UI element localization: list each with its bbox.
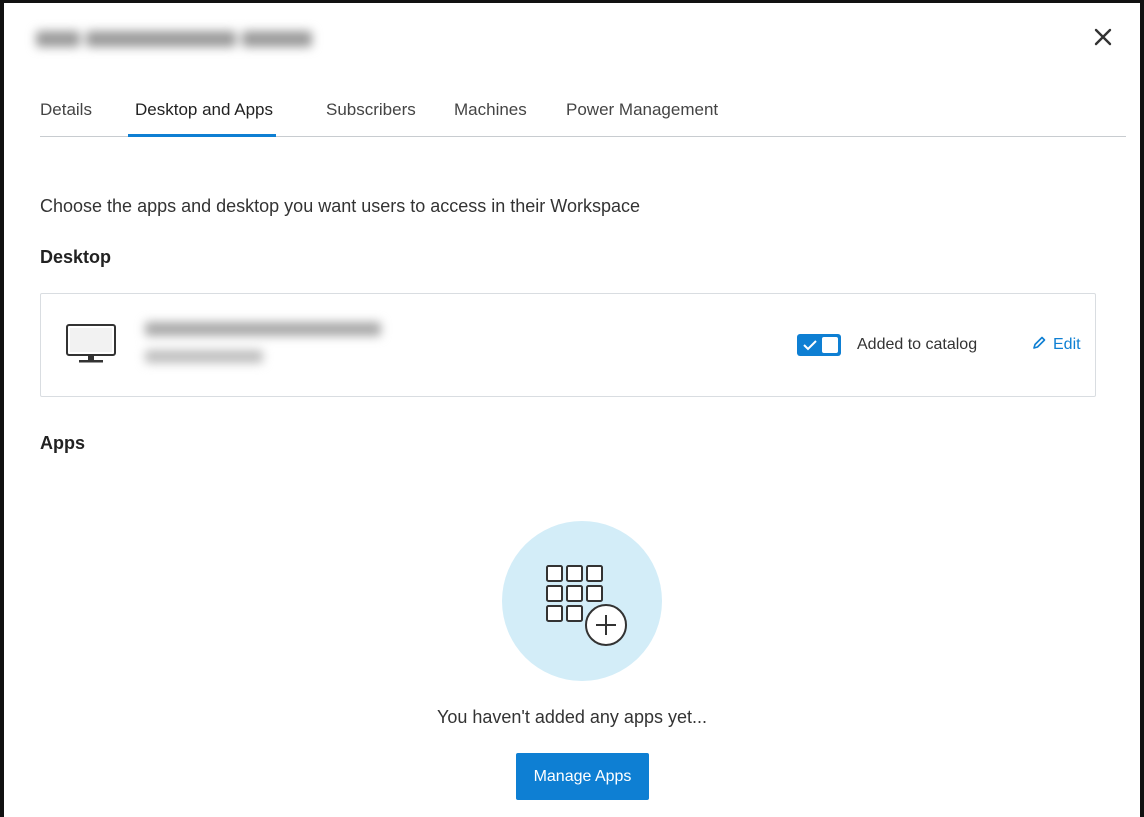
intro-text: Choose the apps and desktop you want use… (40, 196, 641, 216)
desktop-heading: Desktop (40, 247, 112, 267)
app-grid-add-icon (546, 565, 627, 646)
tab-bar: Details Desktop and Apps Subscribers Mac… (40, 96, 1126, 137)
tab-desktop-and-apps[interactable]: Desktop and Apps (128, 100, 276, 137)
edit-label: Edit (1053, 336, 1081, 353)
catalog-toggle[interactable] (797, 334, 841, 356)
close-button[interactable] (1088, 22, 1118, 52)
checkmark-icon (803, 340, 817, 351)
catalog-toggle-label: Added to catalog (857, 336, 978, 353)
tab-subscribers[interactable]: Subscribers (326, 100, 416, 134)
desktop-card: Added to catalog Edit (40, 293, 1096, 397)
tab-machines[interactable]: Machines (454, 100, 527, 134)
empty-apps-message: You haven't added any apps yet... (437, 707, 707, 727)
panel-title-redacted (36, 26, 336, 52)
empty-apps-illustration (502, 521, 662, 681)
pencil-icon (1033, 336, 1046, 349)
tab-details[interactable]: Details (40, 100, 92, 134)
tab-power-management[interactable]: Power Management (566, 100, 718, 134)
close-icon (1094, 28, 1112, 46)
desktop-name-redacted (141, 316, 401, 376)
edit-link[interactable]: Edit (1031, 335, 1081, 354)
monitor-icon (66, 324, 116, 363)
toggle-knob (822, 337, 838, 353)
manage-apps-button[interactable]: Manage Apps (516, 753, 649, 800)
apps-heading: Apps (40, 433, 85, 453)
